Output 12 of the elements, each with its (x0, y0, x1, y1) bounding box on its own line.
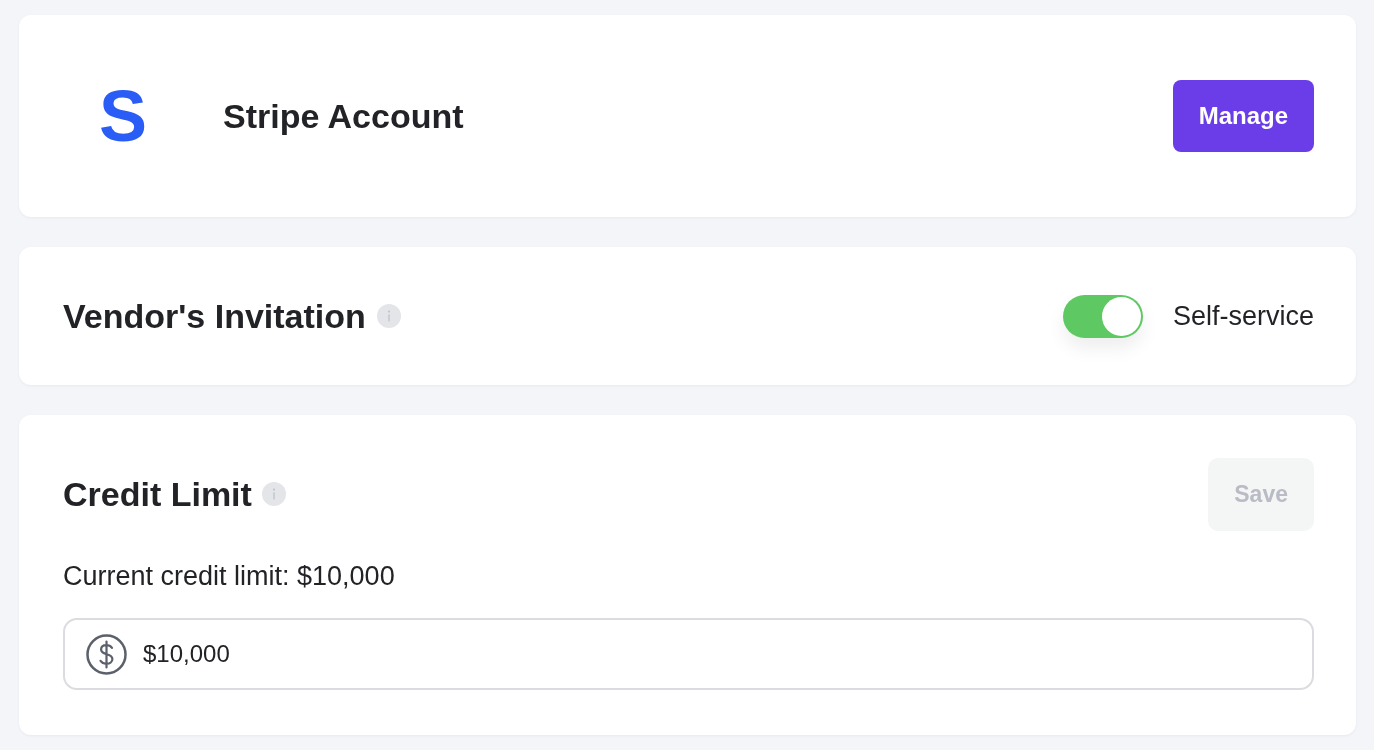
toggle-switch[interactable] (1062, 294, 1143, 338)
card-title: Stripe Account (223, 95, 464, 137)
toggle-label: Self-service (1172, 300, 1314, 332)
account-logo: S (99, 80, 147, 152)
card-title: Vendor's Invitation (63, 295, 366, 337)
current-limit-text: Current credit limit: $10,000 (63, 560, 395, 592)
amount-input-field[interactable]: $10,000 (63, 618, 1314, 690)
info-icon (376, 304, 401, 328)
dollar-icon (86, 633, 127, 675)
card-title: Credit Limit (63, 474, 252, 515)
info-icon (261, 482, 286, 507)
manage-button[interactable]: Manage (1172, 80, 1314, 152)
